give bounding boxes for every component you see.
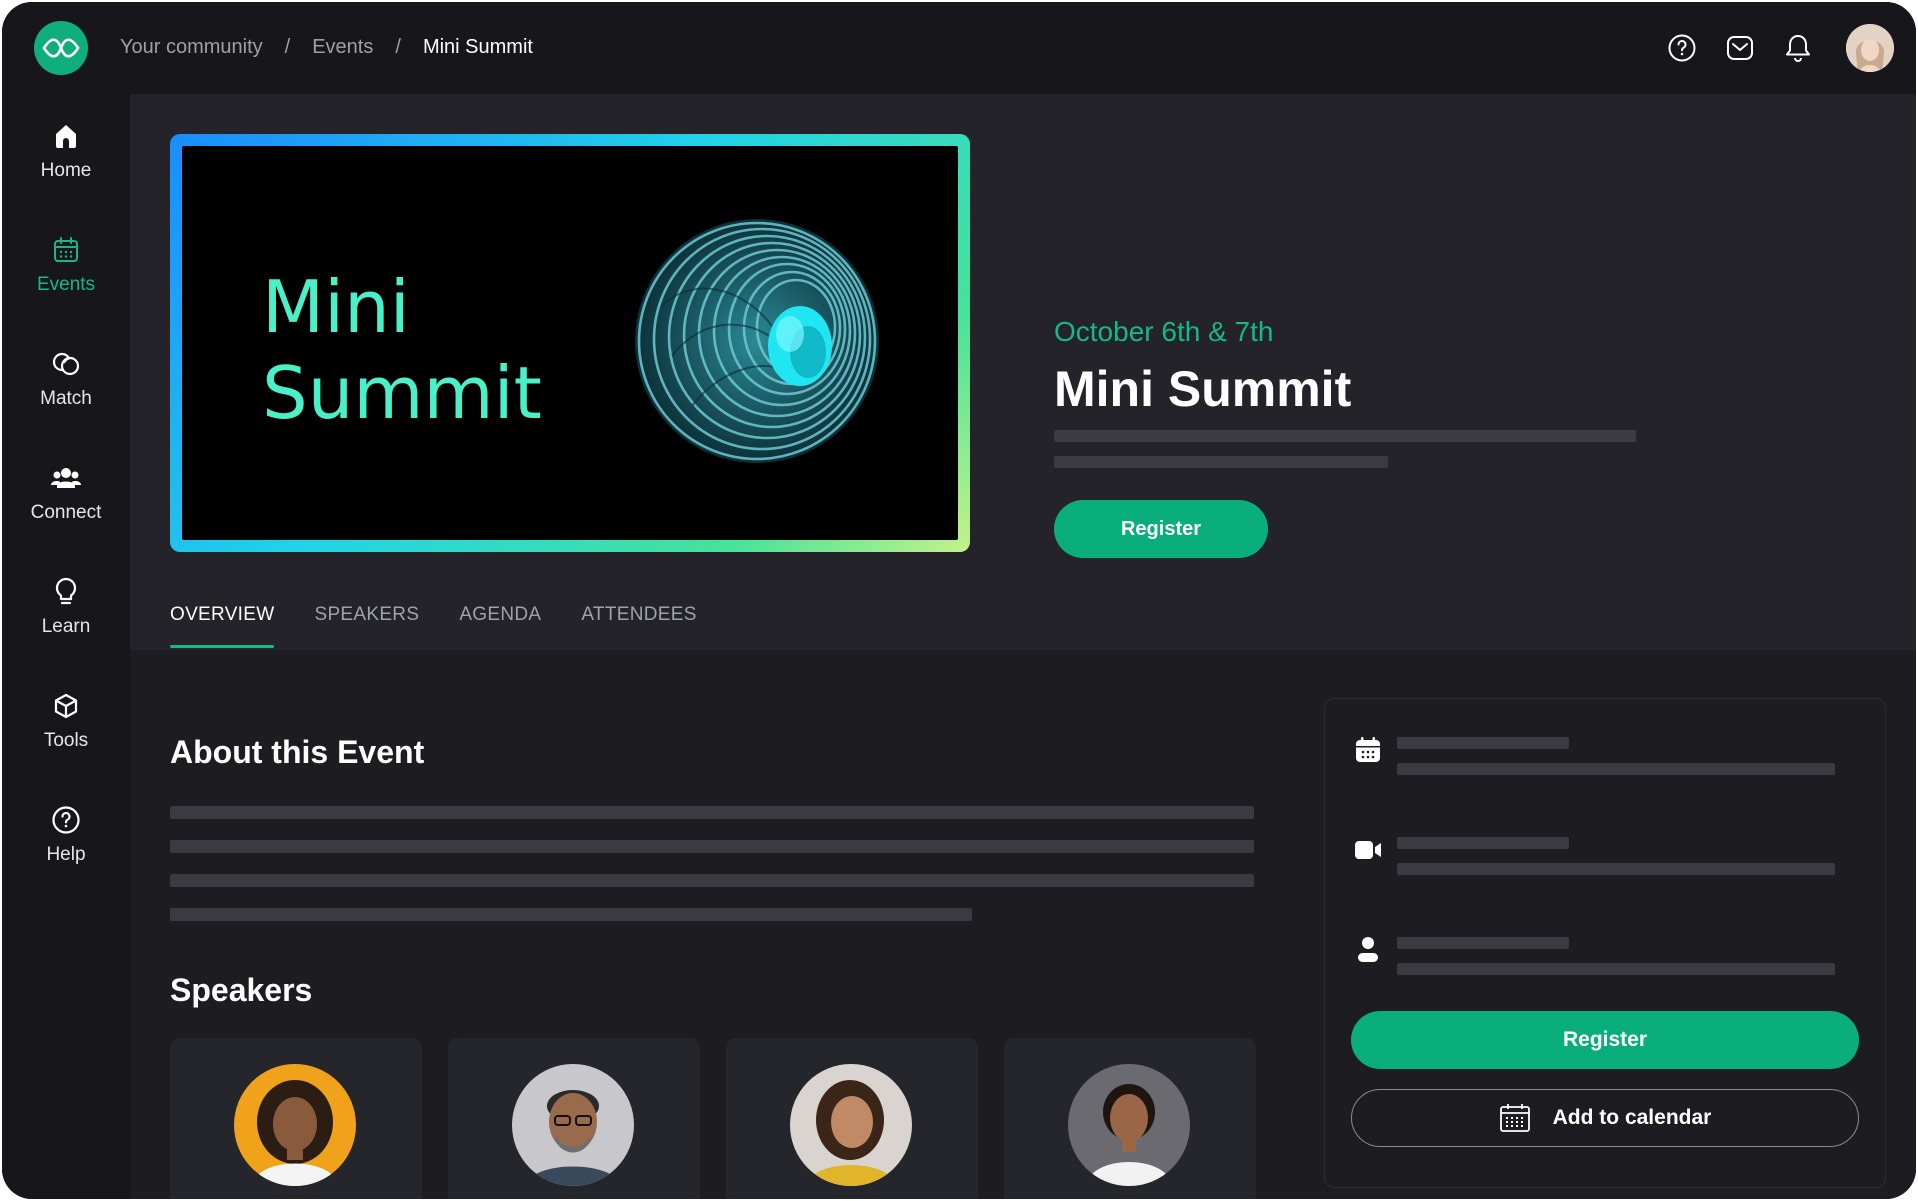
lightbulb-icon: [50, 576, 82, 608]
sidebar-item-label: Home: [40, 160, 92, 181]
description-placeholder-line: [1054, 456, 1388, 468]
banner-title-line1: Mini: [262, 265, 410, 349]
breadcrumb-separator: /: [395, 36, 401, 58]
speaker-card[interactable]: [1004, 1038, 1256, 1199]
event-banner: Mini Summit: [170, 134, 970, 552]
about-placeholder-line: [170, 840, 1254, 853]
sidebar-item-label: Help: [46, 844, 86, 865]
sidebar-item-label: Events: [36, 274, 96, 295]
breadcrumb-separator: /: [284, 36, 291, 58]
speaker-photo: [512, 1064, 634, 1186]
calendar-icon: [50, 234, 82, 266]
tab-attendees[interactable]: ATTENDEES: [581, 604, 696, 642]
video-camera-icon: [1353, 835, 1383, 865]
sidebar-item-events[interactable]: Events: [2, 234, 130, 334]
app-window: Your community / Events / Mini Summit Ho…: [2, 2, 1916, 1199]
match-icon: [50, 348, 82, 380]
calendar-icon: [1499, 1104, 1530, 1132]
overview-content: About this Event Speakers Register Add t…: [130, 650, 1916, 1199]
sidebar-item-label: Match: [40, 388, 92, 409]
sidebar-item-home[interactable]: Home: [2, 120, 130, 220]
bell-icon[interactable]: [1780, 30, 1816, 66]
person-icon: [1353, 935, 1383, 965]
hero-register-button[interactable]: Register: [1054, 500, 1268, 558]
about-placeholder-line: [170, 908, 972, 921]
speaker-photo: [234, 1064, 356, 1186]
about-placeholder-line: [170, 806, 1254, 819]
banner-canvas: Mini Summit: [182, 146, 958, 540]
home-icon: [50, 120, 82, 152]
community-logo[interactable]: [34, 21, 88, 75]
envelope-icon[interactable]: [1722, 30, 1758, 66]
people-icon: [50, 462, 82, 494]
location-placeholder-line: [1397, 837, 1569, 849]
sidebar-item-help[interactable]: Help: [2, 804, 130, 904]
sidebar-item-connect[interactable]: Connect: [2, 462, 130, 562]
sidebar-item-label: Learn: [41, 616, 91, 637]
tab-overview[interactable]: OVERVIEW: [170, 604, 275, 648]
tab-agenda[interactable]: AGENDA: [459, 604, 541, 642]
breadcrumb-current: Mini Summit: [422, 36, 533, 58]
about-title: About this Event: [170, 734, 425, 770]
event-info-card: Register Add to calendar: [1324, 698, 1886, 1188]
banner-title-line2: Summit: [262, 351, 542, 435]
description-placeholder-line: [1054, 430, 1636, 442]
speaker-photo: [790, 1064, 912, 1186]
help-circle-icon: [50, 804, 82, 836]
user-avatar[interactable]: [1846, 24, 1894, 72]
calendar-icon: [1353, 735, 1383, 765]
event-hero: Mini Summit October 6th & 7th Mini Summi…: [130, 94, 1916, 650]
event-tabs: OVERVIEW SPEAKERS AGENDA ATTENDEES: [170, 604, 737, 648]
date-placeholder-line: [1397, 763, 1835, 775]
cube-icon: [50, 690, 82, 722]
location-placeholder-line: [1397, 863, 1835, 875]
speaker-card[interactable]: [448, 1038, 700, 1199]
add-to-calendar-label: Add to calendar: [1552, 1106, 1712, 1129]
speaker-card[interactable]: [726, 1038, 978, 1199]
breadcrumb-item-community[interactable]: Your community: [120, 36, 263, 59]
sidebar-item-label: Tools: [43, 730, 89, 751]
help-circle-icon[interactable]: [1664, 30, 1700, 66]
about-placeholder-line: [170, 874, 1254, 887]
sidebar-item-tools[interactable]: Tools: [2, 690, 130, 790]
host-placeholder-line: [1397, 963, 1835, 975]
add-to-calendar-button[interactable]: Add to calendar: [1351, 1089, 1859, 1147]
sidebar-nav: Home Events Match Connect Learn Tools He…: [2, 94, 130, 1199]
speaker-card[interactable]: [170, 1038, 422, 1199]
date-placeholder-line: [1397, 737, 1569, 749]
event-title: Mini Summit: [1054, 361, 1352, 417]
swirl-graphic: [635, 219, 879, 463]
event-date: October 6th & 7th: [1054, 316, 1274, 347]
card-register-button[interactable]: Register: [1351, 1011, 1859, 1069]
sidebar-item-match[interactable]: Match: [2, 348, 130, 448]
speaker-photo: [1068, 1064, 1190, 1186]
host-placeholder-line: [1397, 937, 1569, 949]
breadcrumb-item-events[interactable]: Events: [312, 36, 373, 59]
logo-icon: [42, 38, 80, 58]
speakers-title: Speakers: [170, 972, 313, 1008]
breadcrumb: Your community / Events / Mini Summit: [120, 36, 533, 59]
banner-title: Mini Summit: [262, 264, 542, 436]
top-bar: Your community / Events / Mini Summit: [2, 2, 1916, 94]
tab-speakers[interactable]: SPEAKERS: [314, 604, 419, 642]
sidebar-item-label: Connect: [30, 502, 102, 523]
sidebar-item-learn[interactable]: Learn: [2, 576, 130, 676]
top-actions: [1642, 24, 1894, 72]
